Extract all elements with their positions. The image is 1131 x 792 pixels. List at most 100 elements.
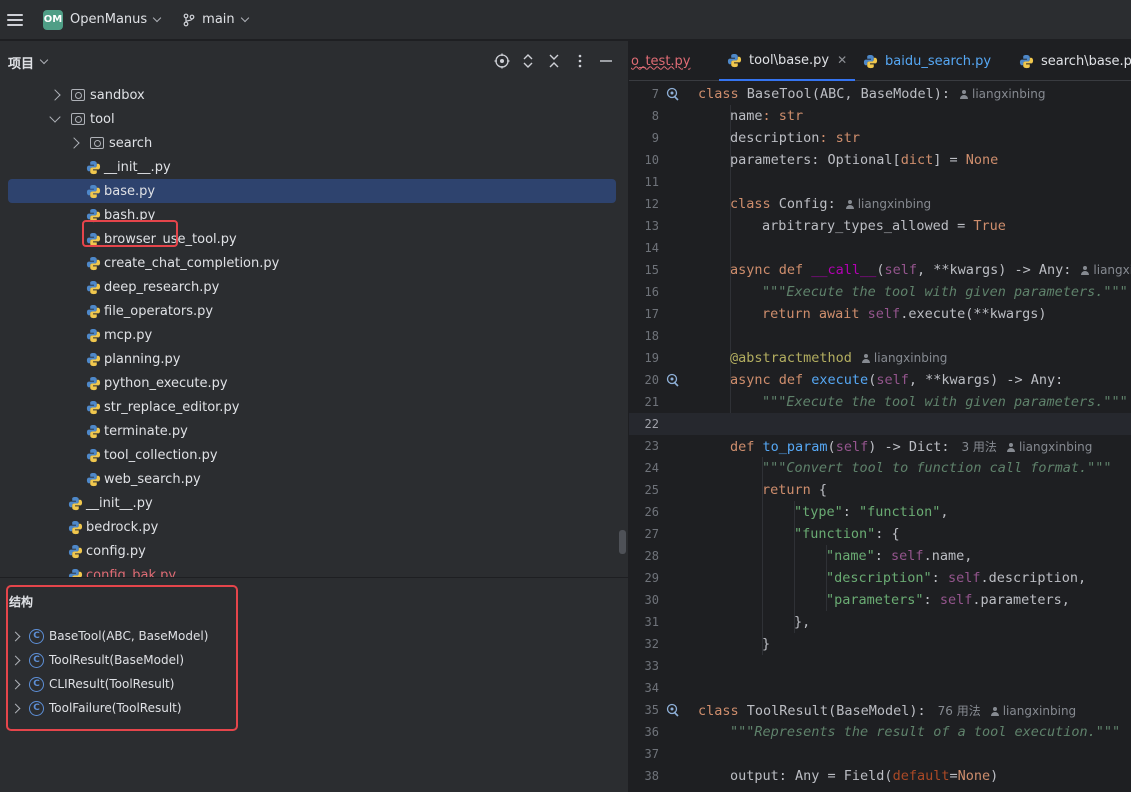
usages-hint[interactable]: 76 用法 xyxy=(938,704,981,718)
author-hint[interactable]: liangxinbing xyxy=(874,351,947,365)
code-token: : str xyxy=(762,108,804,124)
tree-item-label: mcp.py xyxy=(104,327,153,343)
python-file-icon xyxy=(86,304,101,318)
tree-file[interactable]: python_execute.py xyxy=(0,371,616,395)
tab-baidu-search[interactable]: baidu_search.py xyxy=(863,41,991,81)
tree-file[interactable]: planning.py xyxy=(0,347,616,371)
editor-tabs: o_test.py tool\base.py ✕ baidu_search.py… xyxy=(629,41,1131,81)
main-menu-icon[interactable] xyxy=(7,13,23,26)
code-token: ToolResult xyxy=(746,702,829,719)
code-token: , **kwargs) -> Any: xyxy=(916,262,1072,278)
tree-item-label: tool_collection.py xyxy=(104,447,218,463)
code-token: parameters xyxy=(730,152,812,168)
code-line: 29 "description": self.description, xyxy=(629,567,1131,589)
collapse-all-icon[interactable] xyxy=(546,53,562,69)
tree-file[interactable]: config_bak.py xyxy=(0,563,616,577)
line-number: 29 xyxy=(644,571,659,585)
project-switcher[interactable]: OpenManus xyxy=(70,12,162,27)
more-options-icon[interactable] xyxy=(572,53,588,69)
line-number: 21 xyxy=(644,395,659,409)
tree-item-label: bedrock.py xyxy=(86,519,159,535)
code-token: = xyxy=(948,218,974,234)
code-line: 8 name: str xyxy=(629,105,1131,127)
author-hint[interactable]: liangxinbing xyxy=(858,197,931,211)
project-view-selector[interactable]: 项目 xyxy=(8,53,49,72)
tree-file[interactable]: str_replace_editor.py xyxy=(0,395,616,419)
line-number: 35 xyxy=(644,703,659,717)
line-number: 16 xyxy=(644,285,659,299)
author-hint[interactable]: liangxinbing xyxy=(1003,704,1076,718)
tree-file[interactable]: __init__.py xyxy=(0,155,616,179)
code-line: 33 xyxy=(629,655,1131,677)
tree-folder[interactable]: sandbox xyxy=(0,83,616,107)
git-branch-icon xyxy=(183,13,195,26)
code-line: 35 class ToolResult(BaseModel): 76 用法 lian… xyxy=(629,699,1131,721)
tree-file[interactable]: tool_collection.py xyxy=(0,443,616,467)
code-token: class xyxy=(698,86,747,102)
code-token: } xyxy=(762,636,771,652)
code-token: arbitrary_types_allowed xyxy=(762,218,949,234)
python-file-icon xyxy=(86,328,101,342)
tab-label: search\base.py xyxy=(1041,53,1131,69)
tree-file[interactable]: __init__.py xyxy=(0,491,616,515)
tree-file[interactable]: base.py xyxy=(8,179,616,203)
tree-file[interactable]: deep_research.py xyxy=(0,275,616,299)
code-token: }, xyxy=(794,614,811,630)
implemented-icon[interactable] xyxy=(666,373,680,387)
code-area[interactable]: 7 class BaseTool(ABC, BaseModel): liangxi… xyxy=(629,83,1131,792)
line-number: 37 xyxy=(644,747,659,761)
code-token: , **kwargs) -> Any: xyxy=(908,372,1064,388)
chevron-right-icon[interactable] xyxy=(68,137,80,149)
tab-search-base[interactable]: search\base.py xyxy=(1019,41,1131,81)
tab-tool-base[interactable]: tool\base.py ✕ xyxy=(719,41,856,81)
code-token: description xyxy=(730,130,820,146)
author-hint[interactable]: liangxinbing xyxy=(1093,263,1131,277)
chevron-down-icon[interactable] xyxy=(49,110,61,123)
code-token: ) xyxy=(990,768,999,784)
tree-item-label: file_operators.py xyxy=(104,303,214,319)
tree-file[interactable]: file_operators.py xyxy=(0,299,616,323)
line-number: 28 xyxy=(644,549,659,563)
tree-item-label: __init__.py xyxy=(104,159,171,175)
tree-file[interactable]: bedrock.py xyxy=(0,515,616,539)
tab-test[interactable]: o_test.py xyxy=(631,41,691,81)
branch-switcher[interactable]: main xyxy=(202,12,249,27)
tree-scrollbar[interactable] xyxy=(619,530,626,554)
code-token: self xyxy=(884,262,917,278)
chevron-right-icon[interactable] xyxy=(49,89,61,101)
close-icon[interactable]: ✕ xyxy=(837,53,847,67)
project-badge[interactable]: OM xyxy=(43,9,63,30)
line-number: 23 xyxy=(644,439,659,453)
line-number: 26 xyxy=(644,505,659,519)
project-tree: sandbox tool search __init__.py base.py bash.… xyxy=(0,83,628,577)
author-hint[interactable]: liangxinbing xyxy=(972,87,1045,101)
code-editor: o_test.py tool\base.py ✕ baidu_search.py… xyxy=(629,41,1131,792)
code-line: 27 "function": { xyxy=(629,523,1131,545)
hide-panel-icon[interactable] xyxy=(598,53,614,69)
docstring: """Execute the tool with given parameter… xyxy=(762,394,1128,410)
implemented-icon[interactable] xyxy=(666,703,680,717)
code-line: 25 return { xyxy=(629,479,1131,501)
code-token: "description" xyxy=(826,570,932,586)
code-token: to_param xyxy=(762,438,828,455)
tree-file[interactable]: mcp.py xyxy=(0,323,616,347)
tree-item-label: base.py xyxy=(104,183,156,199)
tree-file[interactable]: create_chat_completion.py xyxy=(0,251,616,275)
tree-folder[interactable]: tool xyxy=(0,107,616,131)
python-file-icon xyxy=(1019,54,1034,68)
line-number: 12 xyxy=(644,197,659,211)
tree-file[interactable]: web_search.py xyxy=(0,467,616,491)
code-line: 31 }, xyxy=(629,611,1131,633)
python-file-icon xyxy=(86,256,101,270)
code-line: 36 """Represents the result of a tool ex… xyxy=(629,721,1131,743)
code-token: async def xyxy=(730,262,812,278)
code-token: __call__ xyxy=(811,262,877,278)
author-hint[interactable]: liangxinbing xyxy=(1019,440,1092,454)
usages-hint[interactable]: 3 用法 xyxy=(961,440,996,454)
tree-file[interactable]: config.py xyxy=(0,539,616,563)
expand-all-icon[interactable] xyxy=(520,53,536,69)
tree-file[interactable]: terminate.py xyxy=(0,419,616,443)
tree-folder[interactable]: search xyxy=(0,131,616,155)
locate-icon[interactable] xyxy=(494,53,510,69)
implemented-icon[interactable] xyxy=(666,87,680,101)
